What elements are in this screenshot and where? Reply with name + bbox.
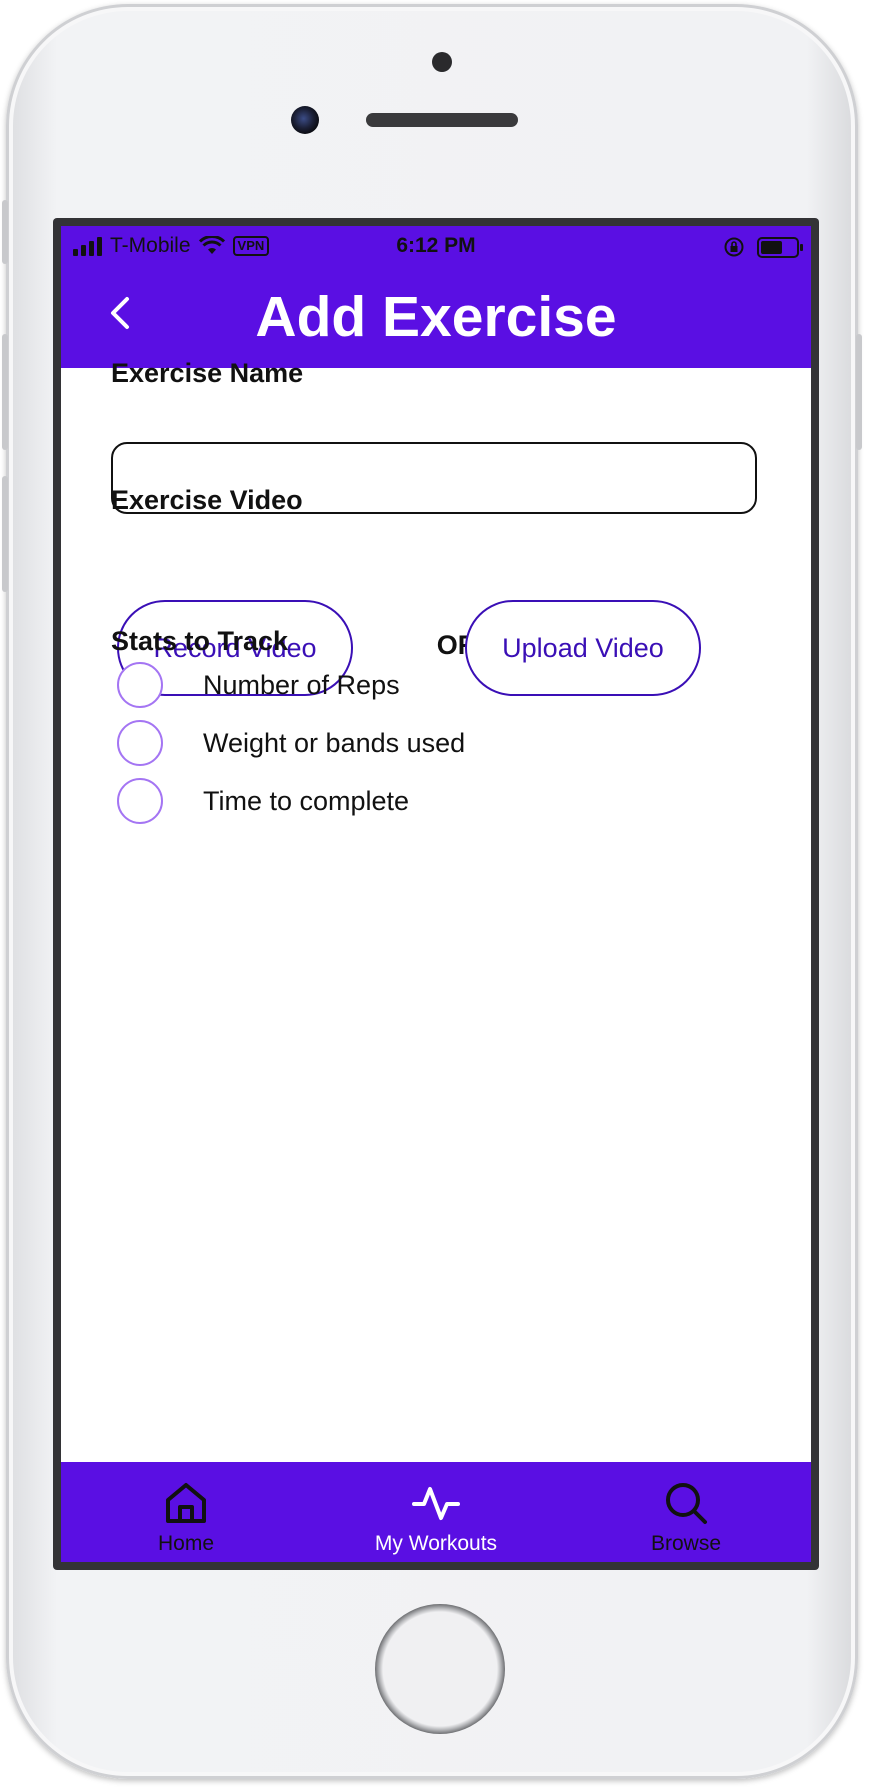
tab-home[interactable]: Home (61, 1462, 311, 1562)
exercise-video-label: Exercise Video (111, 485, 303, 515)
radio-button[interactable] (117, 778, 163, 824)
radio-button[interactable] (117, 662, 163, 708)
power-button (856, 334, 862, 450)
volume-down-button (2, 476, 8, 592)
battery-icon (757, 236, 803, 258)
tab-label: Browse (650, 1532, 722, 1555)
front-camera (291, 106, 319, 134)
header-bar: T-Mobile VPN 6:12 PM Add Exercise (61, 226, 811, 368)
volume-up-button (2, 334, 8, 450)
page-title: Add Exercise (255, 285, 617, 349)
stat-option-reps[interactable]: Number of Reps (117, 662, 400, 708)
mute-switch (2, 200, 8, 264)
orientation-lock-icon (724, 237, 744, 257)
status-time: 6:12 PM (396, 234, 476, 257)
radio-button[interactable] (117, 720, 163, 766)
tab-my-workouts[interactable]: My Workouts (311, 1462, 561, 1562)
stat-option-time[interactable]: Time to complete (117, 778, 409, 824)
home-button[interactable] (375, 1604, 505, 1734)
tab-label: Home (157, 1532, 215, 1555)
tab-browse[interactable]: Browse (561, 1462, 811, 1562)
search-icon (666, 1483, 707, 1524)
stat-option-label: Number of Reps (203, 669, 400, 700)
tab-label: My Workouts (374, 1532, 498, 1555)
app-screen: T-Mobile VPN 6:12 PM Add Exercise Exerci… (61, 226, 811, 1562)
upload-video-button[interactable]: Upload Video (465, 600, 701, 696)
stat-option-label: Time to complete (203, 785, 410, 816)
tab-bar: Home My Workouts Browse (61, 1462, 811, 1562)
home-icon (166, 1483, 206, 1523)
stat-option-label: Weight or bands used (203, 727, 466, 758)
stats-to-track-label: Stats to Track (111, 626, 289, 656)
stat-option-weight[interactable]: Weight or bands used (117, 720, 465, 766)
status-bar: T-Mobile VPN 6:12 PM (61, 226, 811, 270)
earpiece-speaker (366, 113, 518, 127)
exercise-name-label: Exercise Name (111, 358, 304, 388)
status-right (723, 236, 803, 258)
battery-fill (761, 240, 782, 254)
activity-icon (412, 1487, 460, 1520)
proximity-sensor (432, 52, 452, 72)
